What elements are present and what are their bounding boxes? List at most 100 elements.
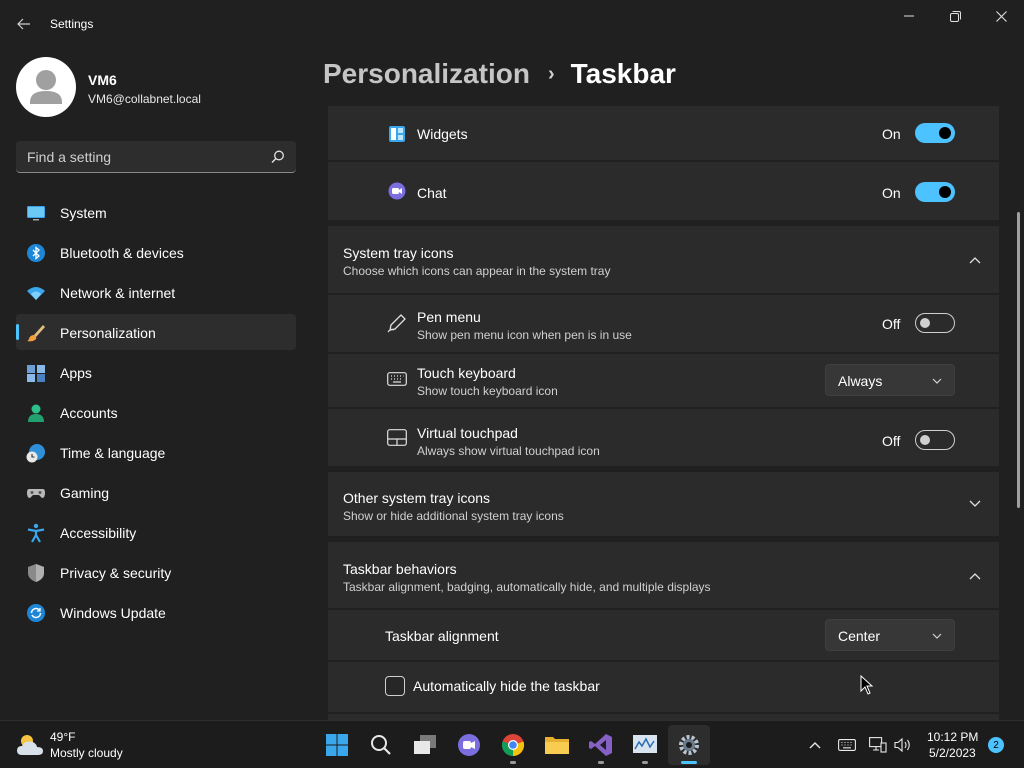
sidebar-item-label: Privacy & security	[60, 565, 172, 581]
sidebar-item-windows-update[interactable]: Windows Update	[16, 594, 296, 630]
close-button[interactable]	[978, 6, 1024, 26]
sidebar-item-apps[interactable]: Apps	[16, 354, 296, 390]
chrome-icon	[501, 734, 525, 757]
touch-keyboard-tray-button[interactable]	[837, 735, 857, 755]
notification-badge[interactable]: 2	[988, 737, 1004, 753]
person-icon	[28, 404, 44, 422]
running-indicator	[598, 761, 604, 764]
sidebar-item-network[interactable]: Network & internet	[16, 274, 296, 310]
sidebar-item-accounts[interactable]: Accounts	[16, 394, 296, 430]
chat-row: Chat On	[328, 162, 999, 220]
os-taskbar: 49°F Mostly cloudy 10:12 PM 5/2/2023 2	[0, 720, 1024, 768]
weather-description: Mostly cloudy	[50, 746, 123, 760]
teams-chat-button[interactable]	[455, 731, 483, 759]
auto-hide-checkbox[interactable]	[385, 676, 405, 696]
keyboard-icon	[387, 372, 407, 386]
visual-studio-button[interactable]	[587, 731, 615, 759]
chevron-up-icon	[809, 742, 821, 749]
file-explorer-icon	[545, 737, 569, 754]
mouse-cursor-icon	[860, 675, 874, 695]
chevron-up-icon	[969, 573, 981, 580]
pen-menu-title: Pen menu	[417, 309, 481, 325]
page-title: Taskbar	[570, 58, 676, 89]
windows-start-icon	[326, 734, 348, 756]
search-icon	[271, 150, 284, 163]
taskbar-alignment-dropdown[interactable]: Center	[825, 619, 955, 651]
system-tray-section-header[interactable]: System tray icons Choose which icons can…	[328, 226, 999, 293]
resource-monitor-icon	[633, 735, 657, 753]
behaviors-subtitle: Taskbar alignment, badging, automaticall…	[343, 580, 711, 594]
touch-keyboard-row: Touch keyboard Show touch keyboard icon …	[328, 354, 999, 407]
task-view-icon	[414, 735, 436, 754]
resource-monitor-button[interactable]	[631, 731, 659, 759]
pen-menu-toggle[interactable]	[915, 313, 955, 333]
collapse-button[interactable]	[965, 566, 985, 586]
network-icon	[869, 737, 887, 753]
behaviors-section-header[interactable]: Taskbar behaviors Taskbar alignment, bad…	[328, 542, 999, 608]
update-icon	[27, 604, 45, 622]
sidebar-item-privacy[interactable]: Privacy & security	[16, 554, 296, 590]
start-button[interactable]	[323, 731, 351, 759]
sidebar-item-bluetooth[interactable]: Bluetooth & devices	[16, 234, 296, 270]
clock-time[interactable]: 10:12 PM	[927, 730, 978, 744]
search-icon	[371, 735, 391, 755]
collapse-button[interactable]	[965, 250, 985, 270]
dropdown-value: Center	[838, 628, 881, 644]
other-tray-subtitle: Show or hide additional system tray icon…	[343, 509, 564, 523]
virtual-touchpad-row: Virtual touchpad Always show virtual tou…	[328, 409, 999, 466]
sidebar-item-time-language[interactable]: Time & language	[16, 434, 296, 470]
behaviors-title: Taskbar behaviors	[343, 561, 457, 577]
chevron-down-icon	[932, 633, 942, 639]
taskbar-search-button[interactable]	[367, 731, 395, 759]
maximize-button[interactable]	[932, 6, 978, 26]
sidebar-item-accessibility[interactable]: Accessibility	[16, 514, 296, 550]
back-button[interactable]	[12, 12, 36, 36]
minimize-button[interactable]	[886, 6, 932, 26]
title-bar: Settings	[0, 0, 1024, 48]
breadcrumb: Personalization › Taskbar	[323, 58, 676, 90]
sidebar-item-system[interactable]: System	[16, 194, 296, 230]
chrome-button[interactable]	[499, 731, 527, 759]
app-title: Settings	[50, 17, 94, 31]
scrollbar[interactable]	[1017, 212, 1020, 508]
sidebar-item-label: Time & language	[60, 445, 166, 461]
sidebar-nav: System Bluetooth & devices Network & int…	[16, 194, 296, 634]
settings-app-button[interactable]	[675, 731, 703, 759]
chevron-up-icon	[969, 257, 981, 264]
arrow-left-icon	[17, 18, 30, 30]
expand-button[interactable]	[965, 494, 985, 514]
pen-menu-state: Off	[882, 316, 901, 332]
touchpad-icon	[387, 429, 407, 446]
sidebar-item-gaming[interactable]: Gaming	[16, 474, 296, 510]
sidebar-item-label: Gaming	[60, 485, 110, 501]
auto-hide-row: Automatically hide the taskbar	[328, 662, 999, 712]
running-indicator	[642, 761, 648, 764]
globe-clock-icon	[26, 444, 45, 463]
sidebar-item-label: Bluetooth & devices	[60, 245, 184, 261]
sidebar-item-label: Apps	[60, 365, 92, 381]
file-explorer-button[interactable]	[543, 731, 571, 759]
widgets-toggle[interactable]	[915, 123, 955, 143]
touch-keyboard-dropdown[interactable]: Always	[825, 364, 955, 396]
user-name: VM6	[88, 72, 117, 88]
auto-hide-label[interactable]: Automatically hide the taskbar	[413, 678, 600, 694]
show-hidden-icons-button[interactable]	[805, 735, 825, 755]
sidebar-item-label: System	[60, 205, 107, 221]
clock-date[interactable]: 5/2/2023	[929, 746, 976, 760]
pen-icon	[387, 314, 406, 333]
cloud-sun-icon	[17, 735, 43, 755]
sidebar-item-personalization[interactable]: Personalization	[16, 314, 296, 350]
network-button[interactable]	[868, 735, 888, 755]
apps-icon	[27, 365, 45, 382]
breadcrumb-parent[interactable]: Personalization	[323, 58, 530, 89]
sidebar-item-label: Windows Update	[60, 605, 166, 621]
search-input[interactable]	[16, 141, 266, 172]
other-tray-section-header[interactable]: Other system tray icons Show or hide add…	[328, 472, 999, 536]
chat-toggle[interactable]	[915, 182, 955, 202]
virtual-touchpad-toggle[interactable]	[915, 430, 955, 450]
search-box[interactable]	[16, 141, 296, 173]
chat-icon	[388, 182, 406, 200]
task-view-button[interactable]	[411, 731, 439, 759]
volume-button[interactable]	[893, 735, 913, 755]
widgets-state: On	[882, 126, 901, 142]
